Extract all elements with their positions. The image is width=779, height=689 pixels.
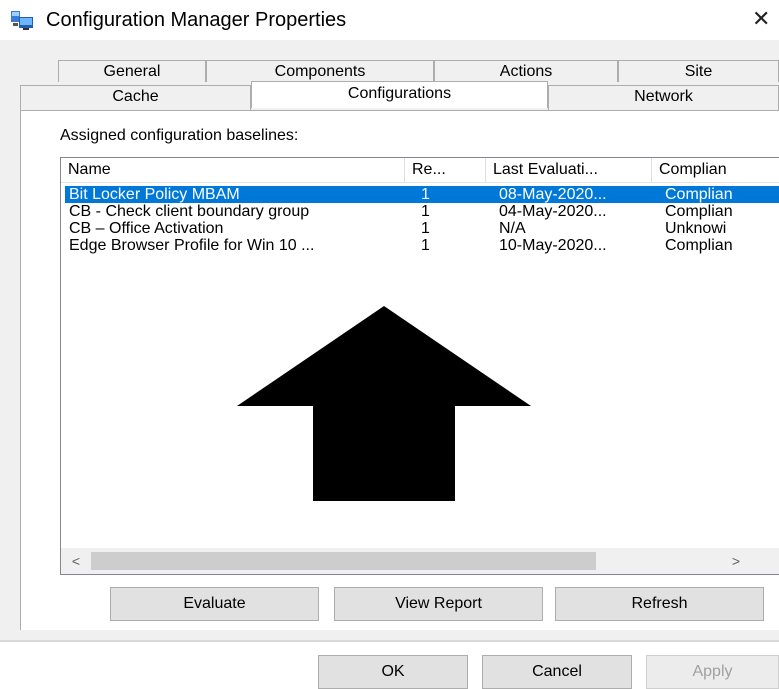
scroll-thumb[interactable] — [91, 552, 596, 570]
window-title: Configuration Manager Properties — [46, 9, 347, 31]
cell-revision: 1 — [421, 237, 430, 254]
tab-general[interactable]: General — [58, 60, 206, 82]
apply-button[interactable]: Apply — [646, 655, 779, 689]
cell-compliance: Complian — [665, 186, 733, 203]
tab-actions[interactable]: Actions — [434, 60, 618, 82]
title-bar: Configuration Manager Properties ✕ — [0, 0, 779, 40]
column-header-revision[interactable]: Re... — [405, 158, 486, 182]
cell-revision: 1 — [421, 203, 430, 220]
cell-compliance: Complian — [665, 237, 733, 254]
cell-name: Bit Locker Policy MBAM — [69, 186, 240, 203]
refresh-button[interactable]: Refresh — [555, 587, 764, 621]
cell-last-evaluation: 08-May-2020... — [499, 186, 607, 203]
configuration-manager-icon — [11, 11, 33, 30]
up-arrow-icon — [237, 306, 531, 501]
cell-compliance: Unknowi — [665, 220, 727, 237]
column-header-last-evaluation[interactable]: Last Evaluati... — [486, 158, 652, 182]
tab-network[interactable]: Network — [548, 85, 779, 110]
assigned-baselines-label: Assigned configuration baselines: — [60, 127, 299, 144]
list-item-check-client-boundary[interactable]: CB - Check client boundary group 1 04-Ma… — [65, 203, 779, 220]
cell-name: CB - Check client boundary group — [69, 203, 310, 220]
column-header-name[interactable]: Name — [61, 158, 405, 182]
cell-last-evaluation: N/A — [499, 220, 526, 237]
column-header-compliance[interactable]: Complian — [652, 158, 779, 182]
cell-revision: 1 — [421, 186, 430, 203]
horizontal-scrollbar[interactable]: < > — [61, 548, 779, 574]
cell-last-evaluation: 10-May-2020... — [499, 237, 607, 254]
tab-site[interactable]: Site — [618, 60, 779, 82]
list-item-office-activation[interactable]: CB – Office Activation 1 N/A Unknowi — [65, 220, 779, 237]
tab-configurations[interactable]: Configurations — [251, 81, 548, 108]
list-item-edge-browser-profile[interactable]: Edge Browser Profile for Win 10 ... 1 10… — [65, 237, 779, 254]
evaluate-button[interactable]: Evaluate — [110, 587, 319, 621]
cell-name: CB – Office Activation — [69, 220, 224, 237]
cell-last-evaluation: 04-May-2020... — [499, 203, 607, 220]
scroll-right-icon[interactable]: > — [723, 548, 749, 574]
cell-compliance: Complian — [665, 203, 733, 220]
close-icon[interactable]: ✕ — [752, 4, 779, 34]
cell-name: Edge Browser Profile for Win 10 ... — [69, 237, 315, 254]
cell-revision: 1 — [421, 220, 430, 237]
tab-cache[interactable]: Cache — [20, 85, 251, 110]
list-header: Name Re... Last Evaluati... Complian — [61, 158, 779, 183]
ok-button[interactable]: OK — [318, 655, 468, 689]
cancel-button[interactable]: Cancel — [482, 655, 632, 689]
tab-components[interactable]: Components — [206, 60, 434, 82]
list-item-bit-locker-policy[interactable]: Bit Locker Policy MBAM 1 08-May-2020... … — [65, 186, 779, 203]
scroll-left-icon[interactable]: < — [63, 548, 89, 574]
baselines-list[interactable]: Name Re... Last Evaluati... Complian Bit… — [60, 157, 779, 575]
view-report-button[interactable]: View Report — [334, 587, 543, 621]
